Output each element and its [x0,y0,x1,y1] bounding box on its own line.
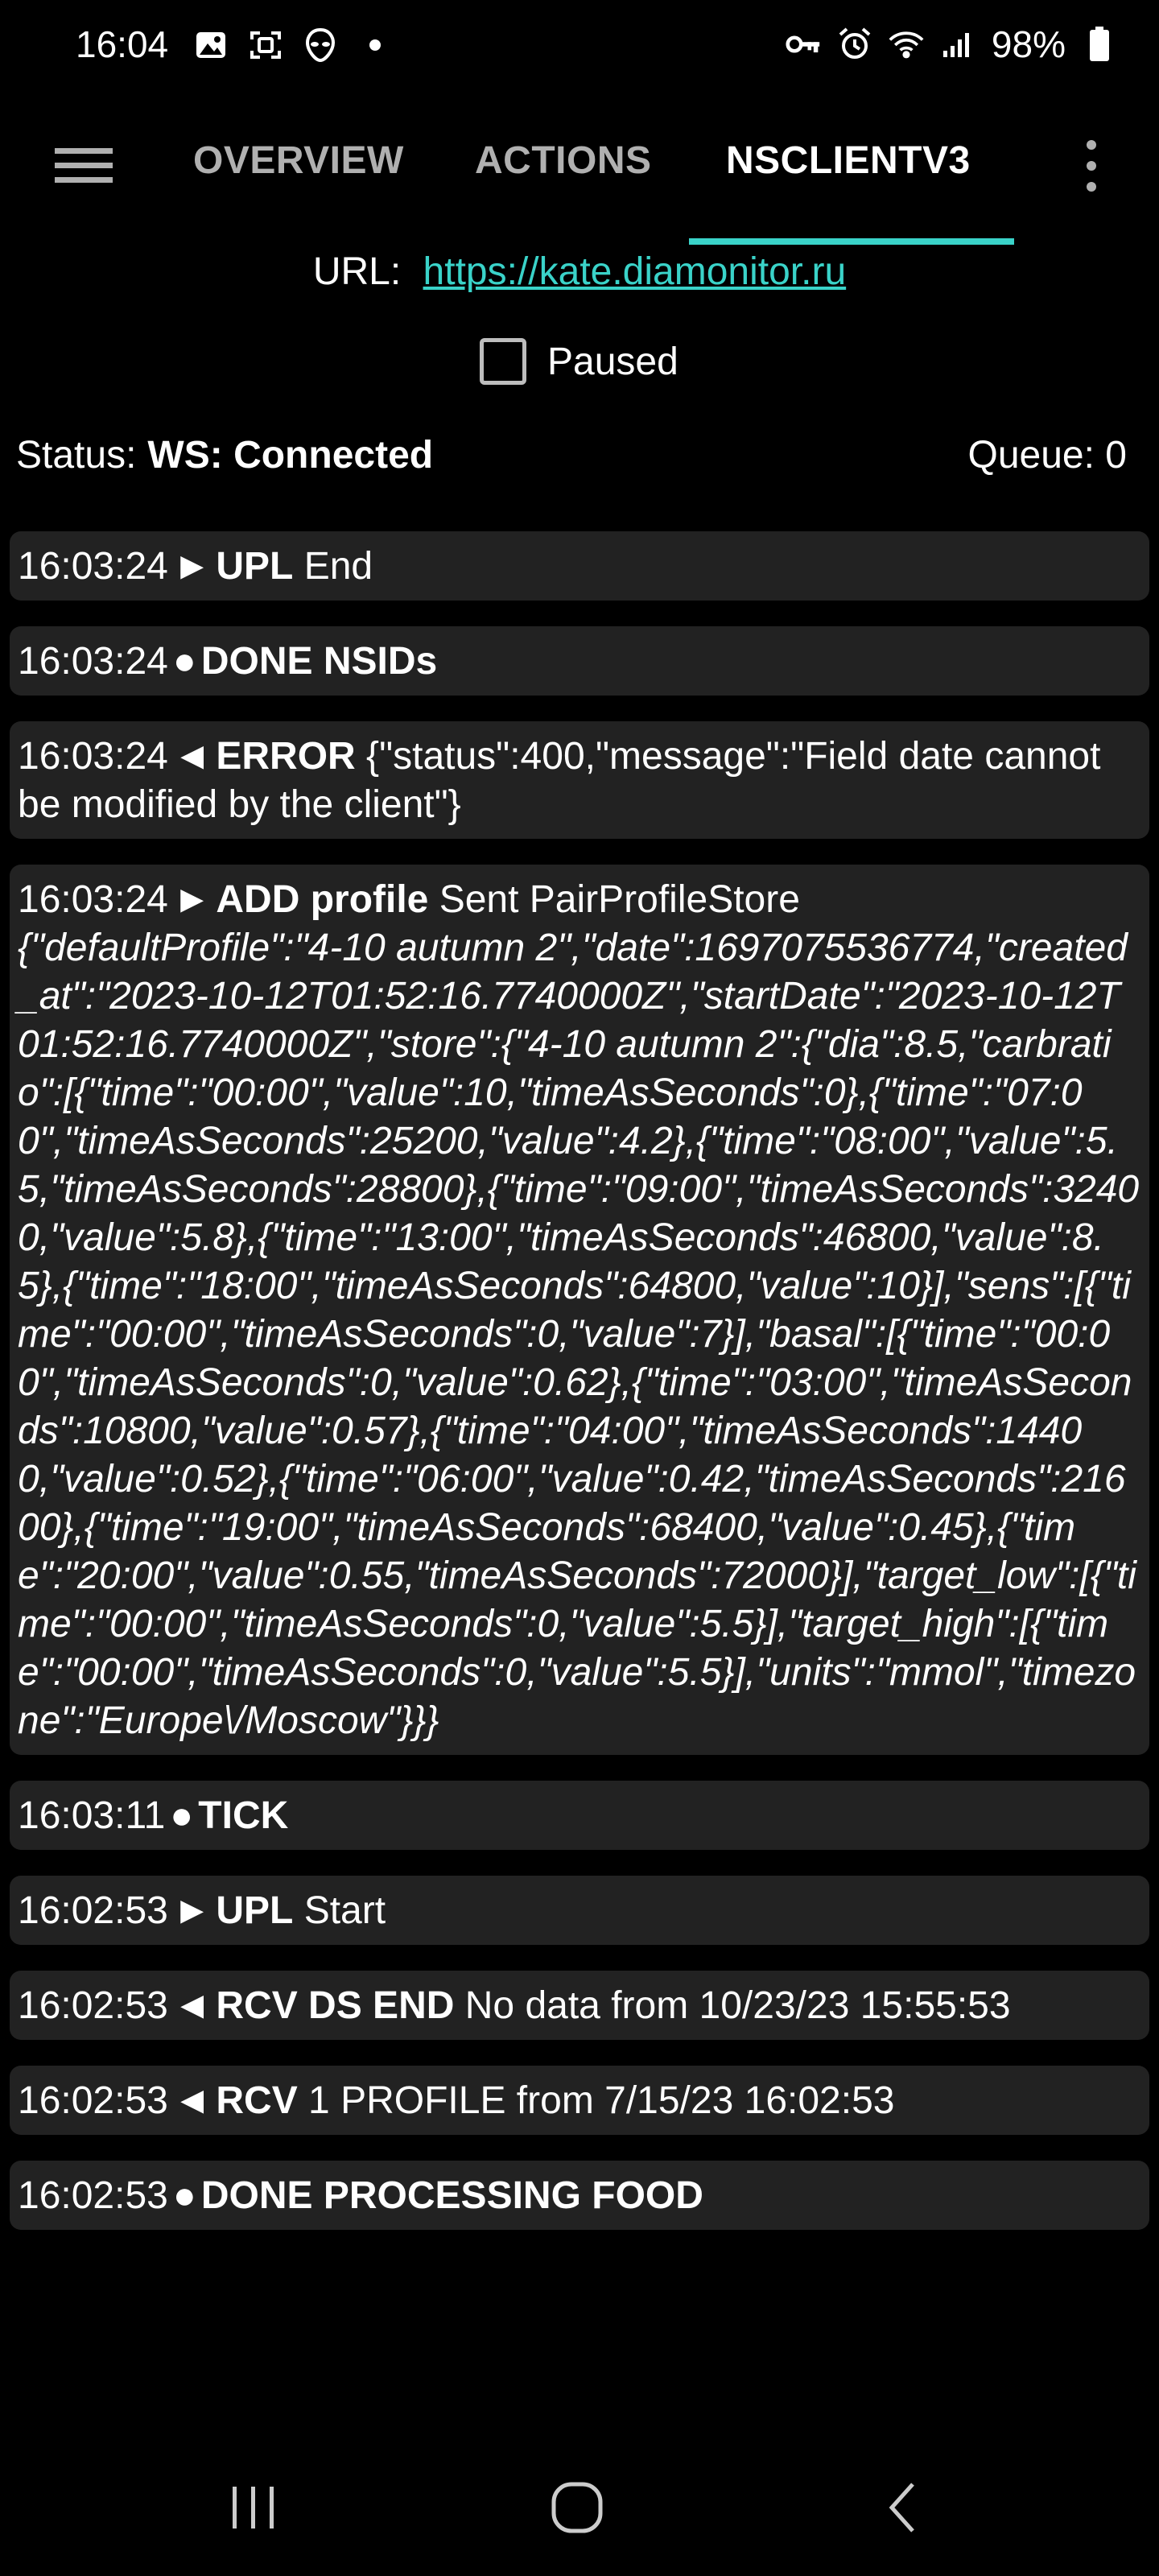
log-time: 16:03:24 [18,545,168,588]
paused-row[interactable]: Paused [480,338,678,385]
url-link[interactable]: https://kate.diamonitor.ru [423,250,847,293]
menu-icon[interactable] [55,142,114,190]
log-entry: 16:02:53 ● DONE PROCESSING FOOD [10,2161,1149,2230]
log-message: Sent PairProfileStore [439,878,800,921]
log-action: UPL [216,1889,294,1932]
log-entry: 16:02:53 ► UPL Start [10,1876,1149,1945]
log-action: DONE PROCESSING FOOD [200,2174,703,2217]
wifi-icon [889,27,924,62]
queue-label: Queue: [967,434,1095,477]
log-list[interactable]: 16:03:24 ► UPL End 16:03:24 ● DONE NSIDs 16:03… [10,531,1149,2431]
log-message: No data from 10/23/23 15:55:53 [464,1984,1011,2027]
app-bar: OVERVIEW ACTIONS NSCLIENTV3 [0,97,1159,250]
log-action: RCV DS END [216,1984,455,2027]
log-entry: 16:02:53 ◄ RCV DS END No data from 10/23/2… [10,1971,1149,2040]
log-time: 16:02:53 [18,1984,168,2027]
log-entry: 16:03:24 ◄ ERROR {"status":400,"message":"… [10,721,1149,839]
status-label: Status: [16,434,137,477]
battery-icon [1082,27,1117,62]
tab-actions[interactable]: ACTIONS [475,138,652,183]
url-row: URL: https://kate.diamonitor.ru [0,250,1159,294]
dot-icon [357,27,393,63]
back-icon[interactable] [866,2471,938,2544]
tab-nsclientv3[interactable]: NSCLIENTV3 [726,138,971,183]
log-direction-icon: ● [170,1794,194,1837]
log-direction-icon: ► [172,545,212,588]
clock: 16:04 [76,23,169,65]
url-label: URL: [312,250,402,293]
log-direction-icon: ◄ [172,1984,212,2027]
log-entry: 16:03:24 ► ADD profile Sent PairProfileSto… [10,865,1149,1755]
paused-checkbox[interactable] [480,338,526,385]
log-entry: 16:03:24 ● DONE NSIDs [10,626,1149,696]
log-time: 16:03:24 [18,735,168,778]
log-entry: 16:03:24 ► UPL End [10,531,1149,601]
more-options-icon[interactable] [1075,135,1107,196]
gallery-icon [193,27,229,63]
log-direction-icon: ► [172,1889,212,1932]
paused-label: Paused [547,340,678,383]
recent-apps-icon[interactable] [217,2471,290,2544]
navigation-bar [0,2431,1159,2576]
tab-overview[interactable]: OVERVIEW [193,138,404,183]
log-message: 1 PROFILE from 7/15/23 16:02:53 [308,2079,895,2122]
log-action: UPL [216,545,294,588]
log-time: 16:03:24 [18,878,168,921]
signal-icon [940,27,975,62]
log-action: ERROR [216,735,356,778]
notification-icons [193,27,393,63]
log-direction-icon: ► [172,878,212,921]
log-time: 16:02:53 [18,2079,168,2122]
battery-percent: 98% [991,23,1066,65]
log-direction-icon: ● [172,640,196,683]
log-time: 16:03:24 [18,640,168,683]
log-message: Start [303,1889,386,1932]
log-time: 16:02:53 [18,1889,168,1932]
status-value: WS: Connected [147,434,434,477]
log-action: ADD profile [216,878,429,921]
home-icon[interactable] [541,2471,613,2544]
screenshot-icon [248,27,283,63]
alarm-icon [837,27,872,62]
status-bar: 16:04 98% [0,0,1159,97]
alien-icon [303,27,338,63]
log-direction-icon: ◄ [172,735,212,778]
queue-value: 0 [1105,434,1127,477]
system-icons: 98% [786,23,1117,66]
log-action: TICK [198,1794,289,1837]
log-time: 16:02:53 [18,2174,168,2217]
log-direction-icon: ● [172,2174,196,2217]
log-direction-icon: ◄ [172,2079,212,2122]
log-message: End [303,545,373,588]
active-tab-indicator [689,238,1014,245]
log-time: 16:03:11 [18,1794,166,1837]
log-action: RCV [216,2079,298,2122]
log-entry: 16:03:11 ● TICK [10,1781,1149,1850]
log-action: DONE NSIDs [200,640,438,683]
connection-status-row: Status: WS: Connected Queue: 0 [16,433,1127,477]
log-payload: {"defaultProfile":"4-10 autumn 2","date"… [18,927,1140,1742]
vpn-key-icon [786,27,821,62]
log-entry: 16:02:53 ◄ RCV 1 PROFILE from 7/15/23 16:0… [10,2066,1149,2135]
